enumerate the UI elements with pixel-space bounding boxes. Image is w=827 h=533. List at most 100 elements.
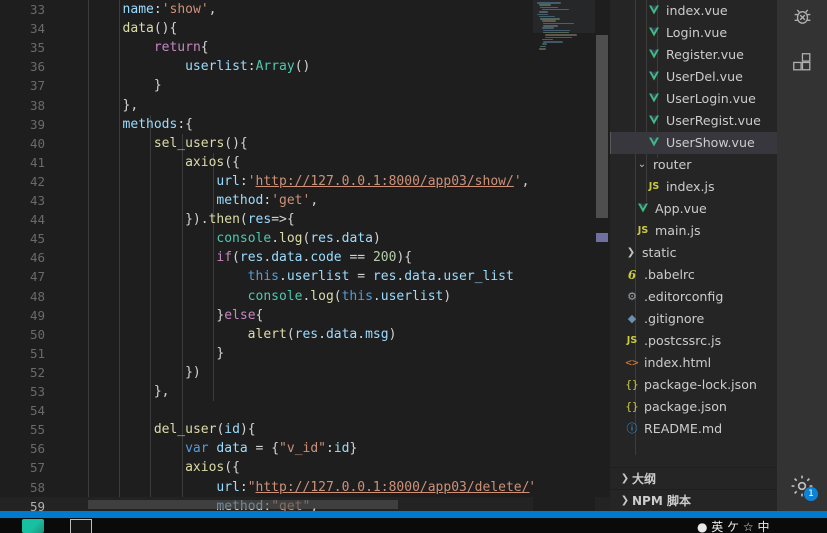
code-line[interactable]: 53}, <box>0 382 610 401</box>
code-token: ({ <box>224 155 240 170</box>
chevron-right-icon: ❯ <box>618 490 632 512</box>
panel-outline[interactable]: ❯大纲 <box>610 467 777 490</box>
code-line[interactable]: 40sel_users(){ <box>0 134 610 153</box>
code-line[interactable]: 39methods:{ <box>0 115 610 134</box>
tree-item--postcssrc-js[interactable]: JS.postcssrc.js <box>610 330 777 352</box>
code-token: axios <box>185 460 224 475</box>
code-text: console.log(this.userlist) <box>248 287 452 306</box>
code-line[interactable]: 43method:'get', <box>0 191 610 210</box>
code-line[interactable]: 50alert(res.data.msg) <box>0 325 610 344</box>
activity-bar[interactable]: 1 <box>777 0 827 511</box>
tree-item-package-json[interactable]: {}package.json <box>610 396 777 418</box>
code-line[interactable]: 42url:'http://127.0.0.1:8000/app03/show/… <box>0 172 610 191</box>
taskbar-window-icon[interactable] <box>70 519 92 533</box>
tree-item-label: .babelrc <box>644 264 695 286</box>
ime-status[interactable]: ● 英 ケ ☆ 中 <box>697 518 770 533</box>
code-line[interactable]: 38}, <box>0 96 610 115</box>
tree-item-userdel-vue[interactable]: UserDel.vue <box>610 66 777 88</box>
code-token: }, <box>123 98 139 113</box>
code-line[interactable]: 48console.log(this.userlist) <box>0 287 610 306</box>
code-token: == <box>342 250 373 265</box>
code-line[interactable]: 35return{ <box>0 38 610 57</box>
tree-item-login-vue[interactable]: Login.vue <box>610 22 777 44</box>
tree-item--babelrc[interactable]: 6.babelrc <box>610 264 777 286</box>
tree-item--editorconfig[interactable]: ⚙.editorconfig <box>610 286 777 308</box>
tree-item-label: UserShow.vue <box>666 132 755 154</box>
code-line[interactable]: 36userlist:Array() <box>0 57 610 76</box>
code-token: data <box>216 441 247 456</box>
code-line[interactable]: 34data(){ <box>0 19 610 38</box>
tree-item-userlogin-vue[interactable]: UserLogin.vue <box>610 88 777 110</box>
code-token: }). <box>185 212 208 227</box>
code-token: { <box>256 308 264 323</box>
taskbar-app-icon[interactable] <box>22 519 44 533</box>
code-text: return{ <box>154 38 209 57</box>
code-text: } <box>154 76 162 95</box>
code-line[interactable]: 45console.log(res.data) <box>0 229 610 248</box>
tree-item-label: Register.vue <box>666 44 744 66</box>
tree-item-index-js[interactable]: JSindex.js <box>610 176 777 198</box>
code-token: () <box>295 59 311 74</box>
code-line[interactable]: 58 url:"http://127.0.0.1:8000/app03/delet… <box>0 478 610 497</box>
code-token: this <box>248 269 279 284</box>
line-number: 43 <box>0 191 45 210</box>
line-number: 58 <box>0 478 45 497</box>
code-line[interactable]: 44}).then(res=>{ <box>0 210 610 229</box>
code-token: = <box>349 269 372 284</box>
code-editor[interactable]: 33name:'show',34data(){35return{36userli… <box>0 0 610 511</box>
code-line[interactable]: 37} <box>0 76 610 95</box>
code-line[interactable]: 51} <box>0 344 610 363</box>
tree-item-static[interactable]: ❯static <box>610 242 777 264</box>
code-line[interactable]: 54 <box>0 401 610 420</box>
line-number: 57 <box>0 458 45 477</box>
tree-item-readme-md[interactable]: ⓘREADME.md <box>610 418 777 440</box>
code-line[interactable]: 52}) <box>0 363 610 382</box>
line-number: 40 <box>0 134 45 153</box>
code-line[interactable]: 41axios({ <box>0 153 610 172</box>
minimap-line <box>545 34 577 36</box>
code-token: data <box>404 269 435 284</box>
tree-item-index-vue[interactable]: index.vue <box>610 0 777 22</box>
code-token: . <box>271 231 279 246</box>
tree-item-app-vue[interactable]: App.vue <box>610 198 777 220</box>
editor-vertical-scrollbar[interactable] <box>596 35 608 218</box>
editor-horizontal-scrollbar[interactable] <box>88 500 398 509</box>
code-text: url:"http://127.0.0.1:8000/app03/delete/… <box>216 478 545 497</box>
code-token: methods <box>123 117 178 132</box>
code-line[interactable]: 55del_user(id){ <box>0 420 610 439</box>
minimap-line <box>545 37 572 39</box>
code-line[interactable]: 49}else{ <box>0 306 610 325</box>
code-token: log <box>279 231 302 246</box>
line-number: 37 <box>0 76 45 95</box>
code-line[interactable]: 57axios({ <box>0 458 610 477</box>
run-and-debug-icon[interactable] <box>777 0 827 40</box>
code-text: console.log(res.data) <box>216 229 380 248</box>
code-token: , <box>522 174 530 189</box>
code-token: if <box>216 250 232 265</box>
code-token: code <box>310 250 341 265</box>
windows-taskbar[interactable]: ● 英 ケ ☆ 中 <box>0 518 827 533</box>
tree-item-router[interactable]: ⌄router <box>610 154 777 176</box>
code-token: ' <box>514 174 522 189</box>
editor-minimap[interactable] <box>533 0 595 511</box>
code-line[interactable]: 33name:'show', <box>0 0 610 19</box>
tree-item-index-html[interactable]: <>index.html <box>610 352 777 374</box>
explorer-sidebar[interactable]: index.vueLogin.vueRegister.vueUserDel.vu… <box>610 0 777 511</box>
code-line[interactable]: 47this.userlist = res.data.user_list <box>0 267 610 286</box>
status-bar[interactable] <box>0 511 827 518</box>
code-line[interactable]: 46if(res.data.code == 200){ <box>0 248 610 267</box>
line-number: 56 <box>0 439 45 458</box>
tree-item-userregist-vue[interactable]: UserRegist.vue <box>610 110 777 132</box>
tree-item-main-js[interactable]: JSmain.js <box>610 220 777 242</box>
code-token: : <box>248 59 256 74</box>
tree-item-usershow-vue[interactable]: UserShow.vue <box>610 132 777 154</box>
tree-item-register-vue[interactable]: Register.vue <box>610 44 777 66</box>
panel-npm-scripts[interactable]: ❯NPM 脚本 <box>610 489 777 512</box>
minimap-slider[interactable] <box>533 0 595 33</box>
extensions-icon[interactable] <box>777 38 827 86</box>
tree-item--gitignore[interactable]: ◆.gitignore <box>610 308 777 330</box>
code-line[interactable]: 56var data = {"v_id":id} <box>0 439 610 458</box>
manage-gear-icon[interactable]: 1 <box>777 462 827 510</box>
js-icon: JS <box>624 330 640 352</box>
tree-item-package-lock-json[interactable]: {}package-lock.json <box>610 374 777 396</box>
